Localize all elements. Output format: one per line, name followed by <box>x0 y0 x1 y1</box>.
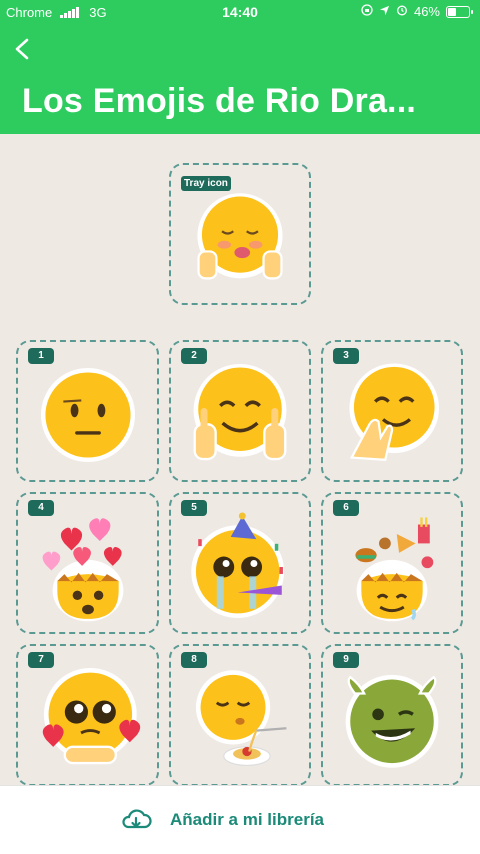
neutral-face-sticker <box>40 368 135 463</box>
crying-party-face-sticker <box>191 512 285 619</box>
pleading-face-hearts-sticker <box>42 668 140 765</box>
sticker-tile-1[interactable]: 1 <box>16 340 159 482</box>
kissing-blushing-face-sticker <box>197 193 283 280</box>
battery-percent: 46% <box>413 4 440 19</box>
status-right: 46% <box>361 4 473 19</box>
cloud-download-icon <box>122 809 152 829</box>
sticker-tile-5[interactable]: 5 <box>169 492 311 634</box>
page-title: Los Emojis de Rio Dra... <box>22 82 416 120</box>
sticker-tile-4[interactable]: 4 <box>16 492 159 634</box>
sticker-tile-7[interactable]: 7 <box>16 644 159 786</box>
bottom-action-bar: Añadir a mi librería <box>0 785 480 854</box>
status-bar: Chrome 3G 14:40 46% <box>0 0 480 26</box>
header-bar: Chrome 3G 14:40 46% Los Emojis de Rio Dr… <box>0 0 480 134</box>
location-icon <box>379 4 390 19</box>
battery-icon <box>446 5 473 18</box>
sticker-tile-8[interactable]: 8 <box>169 644 311 786</box>
alarm-icon <box>396 4 408 19</box>
green-winking-face-sticker <box>345 675 439 768</box>
add-to-library-button[interactable]: Añadir a mi librería <box>120 804 324 836</box>
giggling-face-hand-sticker <box>349 363 440 462</box>
tray-icon-tile[interactable]: Tray icon <box>169 163 311 305</box>
sticker-tile-3[interactable]: 3 <box>321 340 463 482</box>
lock-rotation-icon <box>361 4 373 19</box>
add-to-library-label: Añadir a mi librería <box>170 810 324 829</box>
sticker-tile-6[interactable]: 6 <box>321 492 463 634</box>
chevron-left-icon <box>15 38 29 60</box>
sticker-tile-2[interactable]: 2 <box>169 340 311 482</box>
mind-blown-food-sticker <box>355 517 434 622</box>
mind-blown-hearts-sticker <box>42 518 123 622</box>
sticker-tile-9[interactable]: 9 <box>321 644 463 786</box>
kissing-face-spaghetti-sticker <box>195 670 287 767</box>
smiling-face-middle-fingers-sticker <box>193 364 287 461</box>
back-button[interactable] <box>12 38 34 60</box>
